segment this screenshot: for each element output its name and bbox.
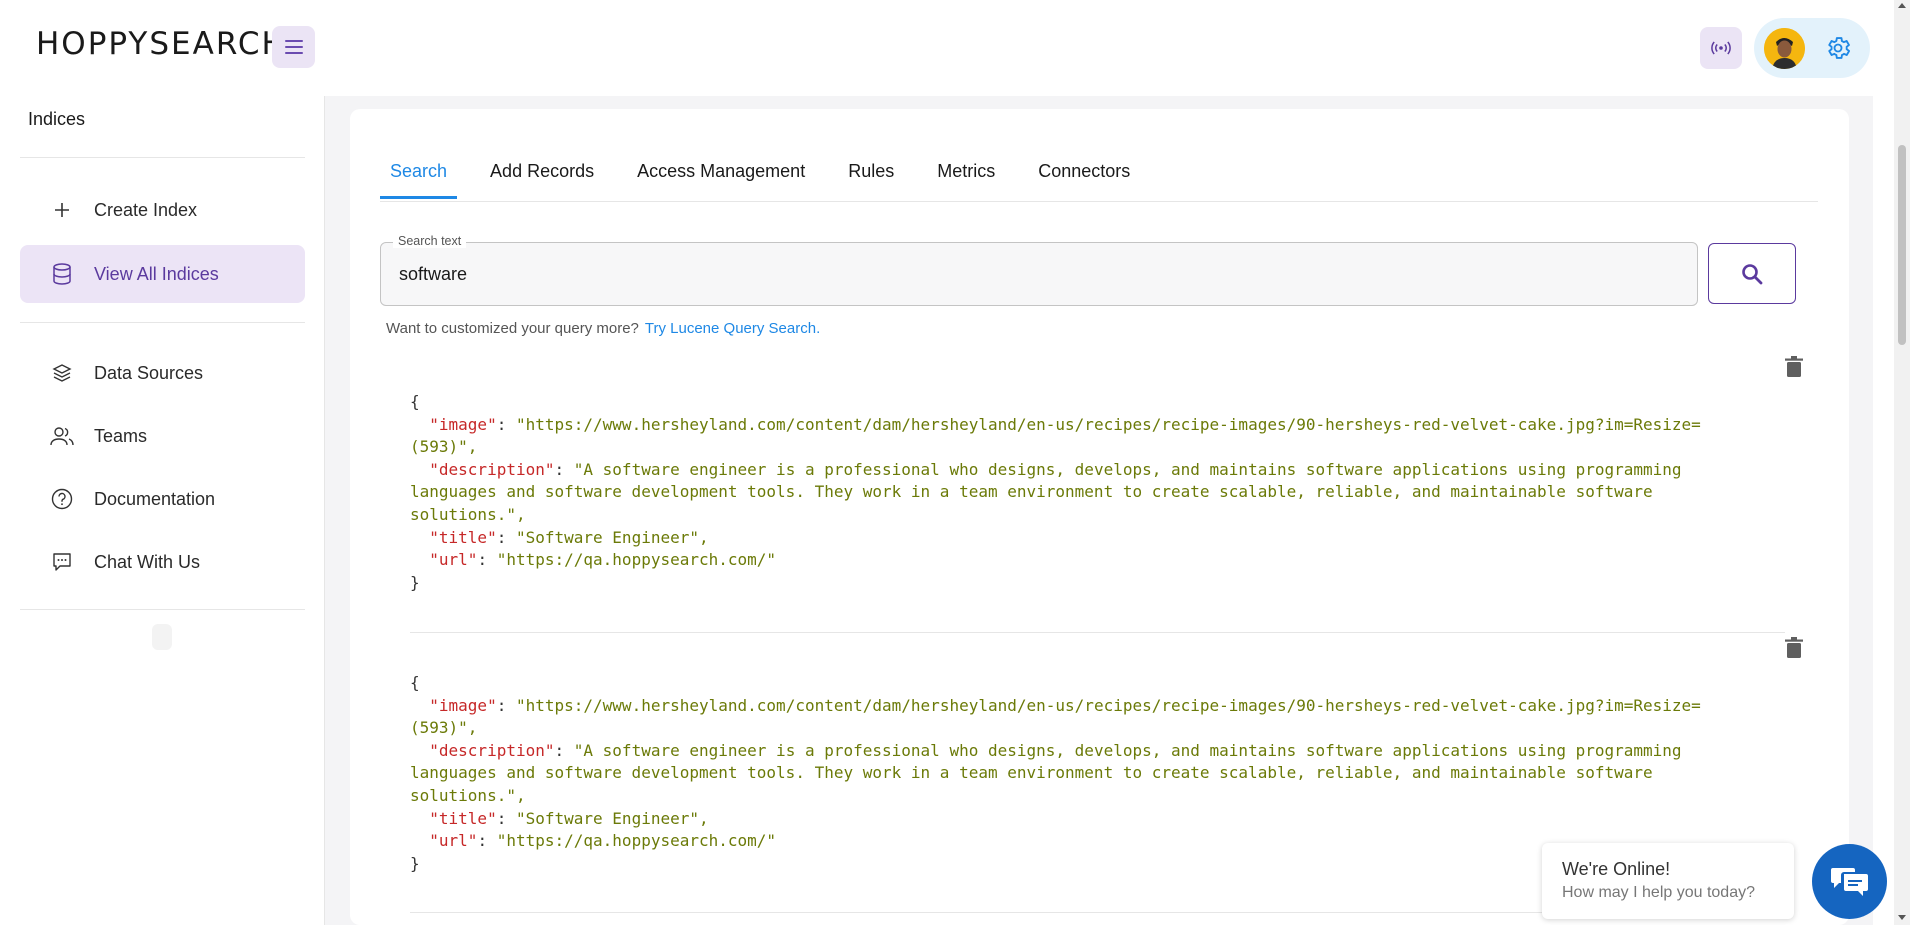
tab-access-management[interactable]: Access Management <box>627 149 815 199</box>
record-json-1: { "image": "https://www.hersheyland.com/… <box>410 391 1785 594</box>
delete-record-button[interactable] <box>1783 355 1805 379</box>
json-line: "description": "A software engineer is a… <box>429 740 1682 760</box>
search-input[interactable] <box>397 261 1677 287</box>
lucene-query-link[interactable]: Try Lucene Query Search. <box>645 320 820 337</box>
tab-bar: Search Add Records Access Management Rul… <box>380 149 1163 201</box>
chat-bubbles-icon <box>1830 867 1868 896</box>
scroll-thumb[interactable] <box>1898 145 1906 345</box>
chat-icon <box>50 550 74 574</box>
sidebar: Indices Create Index View All Indices Da… <box>0 96 325 925</box>
sidebar-item-teams[interactable]: Teams <box>20 407 305 465</box>
json-line: "title": "Software Engineer", <box>429 808 709 828</box>
json-line: } <box>410 572 420 592</box>
sidebar-item-view-all-indices[interactable]: View All Indices <box>20 245 305 303</box>
tab-search[interactable]: Search <box>380 149 458 199</box>
hamburger-icon <box>284 40 303 54</box>
chat-title: We're Online! <box>1562 859 1671 879</box>
broadcast-icon <box>1711 41 1731 55</box>
scroll-up-arrow-icon[interactable] <box>1898 3 1906 8</box>
json-line: "description": "A software engineer is a… <box>429 459 1682 479</box>
plus-icon <box>50 198 74 222</box>
page-scrollbar[interactable] <box>1894 0 1910 925</box>
sidebar-item-documentation[interactable]: Documentation <box>20 470 305 528</box>
query-hint-text: Want to customized your query more? <box>386 320 639 337</box>
json-line: "image": "https://www.hersheyland.com/co… <box>429 695 1701 715</box>
sidebar-item-label: Chat With Us <box>94 551 201 572</box>
query-hint: Want to customized your query more? Try L… <box>386 320 820 337</box>
tab-metrics[interactable]: Metrics <box>927 149 1005 199</box>
sidebar-divider <box>20 157 305 158</box>
tab-connectors[interactable]: Connectors <box>1028 149 1140 199</box>
help-circle-icon <box>50 487 74 511</box>
json-line: (593)", <box>410 718 478 738</box>
settings-button[interactable] <box>1824 34 1852 62</box>
trash-icon <box>1785 356 1803 377</box>
sidebar-divider <box>20 322 305 323</box>
tab-divider <box>380 201 1818 202</box>
layers-icon <box>50 361 74 385</box>
json-line: "image": "https://www.hersheyland.com/co… <box>429 414 1701 434</box>
json-line: languages and software development tools… <box>410 763 1653 783</box>
sidebar-item-label: Documentation <box>94 488 216 509</box>
tab-rules[interactable]: Rules <box>838 149 904 199</box>
database-icon <box>50 262 74 286</box>
record-divider <box>410 632 1785 633</box>
sidebar-item-data-sources[interactable]: Data Sources <box>20 344 305 402</box>
sidebar-item-label: Data Sources <box>94 362 204 383</box>
sidebar-item-label: Create Index <box>94 199 198 220</box>
search-button[interactable] <box>1708 243 1796 304</box>
user-menu[interactable] <box>1754 18 1870 78</box>
json-line: "title": "Software Engineer", <box>429 527 709 547</box>
sidebar-item-chat-with-us[interactable]: Chat With Us <box>20 533 305 591</box>
top-header: HOPPYSEARCH <box>0 0 1890 96</box>
sidebar-scroll-handle[interactable] <box>152 624 172 650</box>
menu-toggle-button[interactable] <box>272 26 315 68</box>
search-icon <box>1742 263 1763 284</box>
tab-add-records[interactable]: Add Records <box>480 149 604 199</box>
gear-icon <box>1828 37 1851 59</box>
broadcast-button[interactable] <box>1700 27 1742 69</box>
sidebar-item-create-index[interactable]: Create Index <box>20 181 305 239</box>
scroll-down-arrow-icon[interactable] <box>1898 915 1906 920</box>
json-line: solutions.", <box>410 785 526 805</box>
sidebar-title: Indices <box>28 109 86 129</box>
delete-record-button[interactable] <box>1783 636 1805 660</box>
search-field: Search text <box>380 234 1698 306</box>
sidebar-item-label: View All Indices <box>94 263 219 284</box>
avatar[interactable] <box>1764 28 1805 69</box>
json-line: "url": "https://qa.hoppysearch.com/" <box>429 550 777 570</box>
json-line: languages and software development tools… <box>410 482 1653 502</box>
json-line: { <box>410 673 420 692</box>
app-logo[interactable]: HOPPYSEARCH <box>36 26 287 62</box>
json-line: solutions.", <box>410 504 526 524</box>
search-field-label: Search text <box>393 234 467 248</box>
sidebar-divider <box>20 609 305 610</box>
chat-subtitle: How may I help you today? <box>1562 884 1755 901</box>
trash-icon <box>1785 637 1803 658</box>
users-icon <box>50 424 74 448</box>
chat-launcher-button[interactable] <box>1812 844 1887 919</box>
sidebar-item-label: Teams <box>94 425 148 446</box>
json-line: { <box>410 392 420 411</box>
chat-greeting[interactable]: We're Online! How may I help you today? <box>1542 843 1794 919</box>
json-line: (593)", <box>410 437 478 457</box>
search-card: Search Add Records Access Management Rul… <box>350 109 1849 925</box>
